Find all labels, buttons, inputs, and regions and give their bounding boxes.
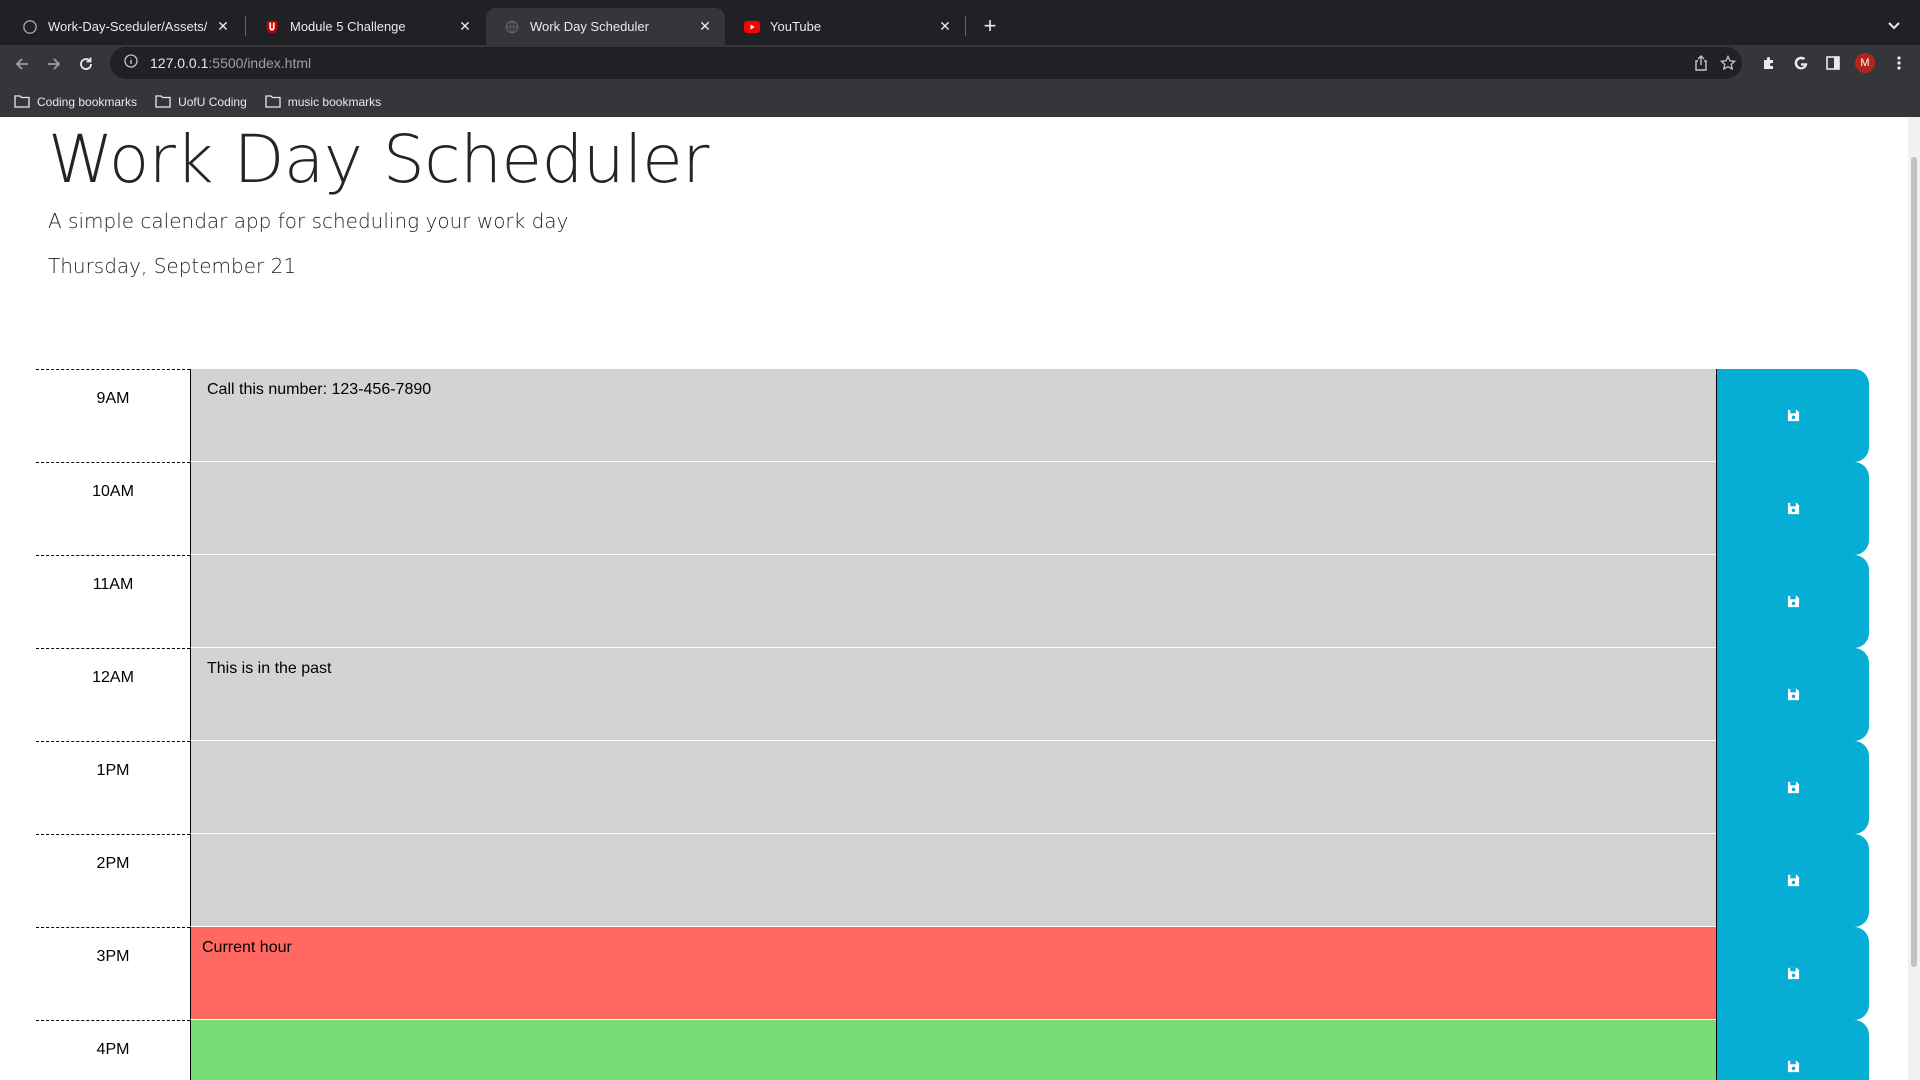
- extensions-puzzle-icon[interactable]: [1756, 50, 1782, 76]
- floppy-disk-save-icon: [1787, 1060, 1799, 1073]
- tab-strip: Work-Day-Sceduler/Assets/sc ✕ Module 5 C…: [0, 0, 1920, 45]
- url-path: :5500/index.html: [208, 55, 312, 71]
- reload-icon[interactable]: [72, 50, 100, 78]
- back-arrow-icon[interactable]: [8, 50, 36, 78]
- time-block: 3PM Current hour: [36, 927, 1869, 1020]
- time-block: 1PM: [36, 741, 1869, 834]
- floppy-disk-save-icon: [1787, 688, 1799, 701]
- hour-label: 12AM: [36, 648, 190, 741]
- globe-icon: [504, 19, 520, 35]
- bookmark-label: Coding bookmarks: [37, 94, 138, 109]
- close-icon[interactable]: ✕: [457, 18, 473, 35]
- event-description-textarea[interactable]: Current hour: [190, 927, 1716, 1020]
- event-description-textarea[interactable]: Call this number: 123-456-7890: [190, 369, 1716, 462]
- youtube-icon: [744, 19, 760, 35]
- side-panel-icon[interactable]: [1820, 50, 1846, 76]
- tab-github[interactable]: Work-Day-Sceduler/Assets/sc ✕: [4, 8, 243, 45]
- event-description-textarea[interactable]: [190, 555, 1716, 648]
- folder-icon: [155, 95, 171, 108]
- new-tab-button[interactable]: +: [976, 12, 1004, 40]
- hour-label: 9AM: [36, 369, 190, 462]
- share-icon[interactable]: [1691, 53, 1711, 73]
- bookmark-label: music bookmarks: [287, 94, 382, 109]
- profile-avatar[interactable]: M: [1855, 53, 1875, 73]
- floppy-disk-save-icon: [1787, 409, 1799, 422]
- hour-label: 3PM: [36, 927, 190, 1020]
- address-bar[interactable]: 127.0.0.1:5500/index.html: [110, 47, 1742, 79]
- event-description-textarea[interactable]: [190, 462, 1716, 555]
- hour-label: 1PM: [36, 741, 190, 834]
- time-block: 9AM Call this number: 123-456-7890: [36, 369, 1869, 462]
- site-info-icon[interactable]: [124, 53, 138, 73]
- bookmark-folder-coding[interactable]: Coding bookmarks: [14, 95, 137, 109]
- save-button[interactable]: [1716, 555, 1869, 648]
- save-button[interactable]: [1716, 369, 1869, 462]
- current-day: Thursday, September 21: [48, 254, 297, 278]
- github-icon: [22, 19, 38, 35]
- event-description-textarea[interactable]: [190, 834, 1716, 927]
- bookmark-star-icon[interactable]: [1718, 53, 1738, 73]
- tab-title: YouTube: [770, 19, 822, 34]
- page-lead: A simple calendar app for scheduling you…: [48, 209, 569, 233]
- page-viewport: Work Day Scheduler A simple calendar app…: [0, 117, 1920, 1080]
- hour-label: 10AM: [36, 462, 190, 555]
- hour-label: 2PM: [36, 834, 190, 927]
- time-block: 4PM: [36, 1020, 1869, 1080]
- bookmark-folder-music[interactable]: music bookmarks: [265, 95, 381, 109]
- tab-title: Module 5 Challenge: [290, 19, 406, 34]
- forward-arrow-icon[interactable]: [40, 50, 68, 78]
- save-button[interactable]: [1716, 648, 1869, 741]
- event-description-textarea[interactable]: This is in the past: [190, 648, 1716, 741]
- bookmarks-bar: Coding bookmarks UofU Coding music bookm…: [0, 86, 1920, 117]
- kebab-menu-icon[interactable]: [1886, 50, 1912, 76]
- tab-module-5[interactable]: Module 5 Challenge ✕: [246, 8, 485, 45]
- event-description-textarea[interactable]: [190, 741, 1716, 834]
- save-button[interactable]: [1716, 834, 1869, 927]
- time-block-list: 9AM Call this number: 123-456-7890 10AM …: [36, 369, 1869, 1080]
- bookmark-folder-uofu[interactable]: UofU Coding: [155, 95, 247, 109]
- close-icon[interactable]: ✕: [215, 18, 231, 35]
- tab-divider: [965, 16, 966, 36]
- floppy-disk-save-icon: [1787, 874, 1799, 887]
- tab-search-chevron-icon[interactable]: [1882, 14, 1906, 38]
- page-title: Work Day Scheduler: [48, 121, 709, 198]
- tab-youtube[interactable]: YouTube ✕: [726, 8, 965, 45]
- time-block: 10AM: [36, 462, 1869, 555]
- save-button[interactable]: [1716, 741, 1869, 834]
- floppy-disk-save-icon: [1787, 502, 1799, 515]
- floppy-disk-save-icon: [1787, 967, 1799, 980]
- close-icon[interactable]: ✕: [697, 18, 713, 35]
- save-button[interactable]: [1716, 1020, 1869, 1080]
- close-icon[interactable]: ✕: [937, 18, 953, 35]
- hour-label: 4PM: [36, 1020, 190, 1080]
- tab-work-day-scheduler[interactable]: Work Day Scheduler ✕: [486, 8, 725, 45]
- page-scrollbar[interactable]: [1908, 117, 1920, 1080]
- tab-title: Work Day Scheduler: [530, 19, 649, 34]
- bookmark-label: UofU Coding: [178, 94, 247, 109]
- save-button[interactable]: [1716, 462, 1869, 555]
- event-description-textarea[interactable]: [190, 1020, 1716, 1080]
- scrollbar-thumb[interactable]: [1911, 157, 1917, 967]
- folder-icon: [265, 95, 281, 108]
- save-button[interactable]: [1716, 927, 1869, 1020]
- tab-title: Work-Day-Sceduler/Assets/sc: [48, 19, 207, 34]
- floppy-disk-save-icon: [1787, 781, 1799, 794]
- utah-u-icon: [264, 19, 280, 35]
- time-block: 12AM This is in the past: [36, 648, 1869, 741]
- floppy-disk-save-icon: [1787, 595, 1799, 608]
- time-block: 11AM: [36, 555, 1869, 648]
- folder-icon: [14, 95, 30, 108]
- url-host: 127.0.0.1: [150, 55, 209, 71]
- time-block: 2PM: [36, 834, 1869, 927]
- hour-label: 11AM: [36, 555, 190, 648]
- google-g-icon[interactable]: [1788, 50, 1814, 76]
